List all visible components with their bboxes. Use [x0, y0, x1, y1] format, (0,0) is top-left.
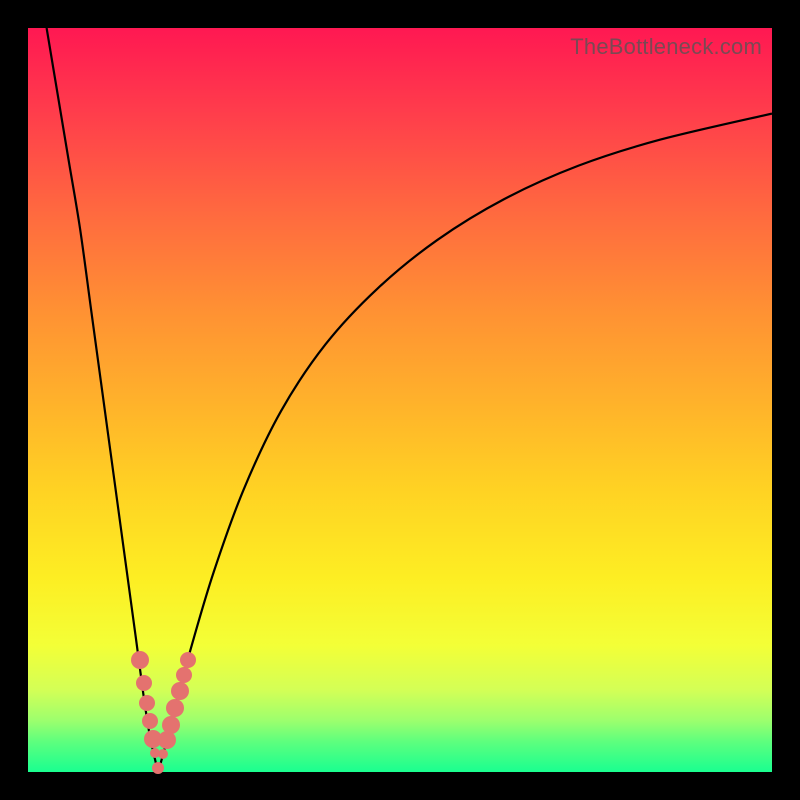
marker-dot — [158, 731, 176, 749]
marker-dot — [152, 762, 164, 774]
marker-dot — [171, 682, 189, 700]
marker-dot — [139, 695, 155, 711]
marker-dot — [162, 716, 180, 734]
plot-area: TheBottleneck.com — [28, 28, 772, 772]
marker-dot — [136, 675, 152, 691]
